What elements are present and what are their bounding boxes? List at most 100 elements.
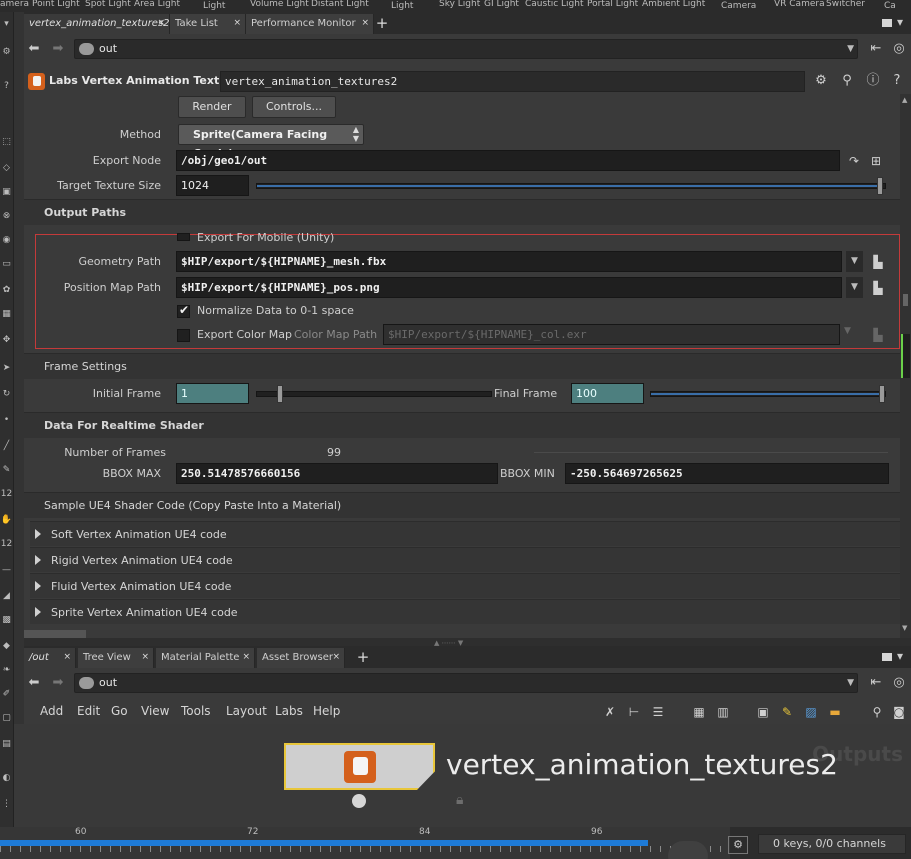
realtime-shader-section[interactable]: Data For Realtime Shader (24, 412, 900, 438)
pane-dropdown-icon[interactable]: ▾ (897, 649, 903, 663)
output-paths-section[interactable]: Output Paths (24, 199, 900, 225)
close-icon[interactable]: × (63, 648, 71, 667)
forward-arrow-icon[interactable]: ➡ (49, 674, 67, 692)
slider-handle[interactable] (879, 385, 885, 403)
target-texture-field[interactable]: 1024 (176, 175, 249, 196)
shelf-label[interactable]: GI Light (484, 0, 519, 9)
shelf-label[interactable]: Camera (721, 1, 756, 11)
pane-dropdown-icon[interactable]: ▾ (897, 15, 903, 29)
back-arrow-icon[interactable]: ⬅ (25, 674, 43, 692)
package-icon[interactable]: ▬ (827, 704, 843, 720)
forward-arrow-icon[interactable]: ➡ (49, 40, 67, 58)
chevron-down-icon[interactable]: ▼ (847, 40, 854, 58)
chevron-down-icon[interactable]: ▼ (844, 326, 851, 336)
shelf-label[interactable]: Volume Light (250, 0, 309, 9)
number2-tool-icon[interactable]: 12 (0, 538, 13, 551)
node-chooser-icon[interactable]: ⊞ (868, 153, 884, 169)
close-icon[interactable]: × (233, 14, 241, 33)
key-options-icon[interactable]: ⚙ (728, 836, 748, 854)
pane-menu-icon[interactable] (882, 653, 892, 661)
tab-asset-browser[interactable]: Asset Browser × (257, 648, 345, 668)
folder-fluid-vertex[interactable]: Fluid Vertex Animation UE4 code (30, 573, 900, 598)
shelf-label[interactable]: Light (391, 1, 413, 11)
bbox-min-field[interactable]: -250.564697265625 (565, 463, 889, 484)
lock-icon[interactable]: 🔒︎ (456, 792, 472, 810)
shelf-label[interactable]: Area Light (134, 0, 180, 9)
box-tool-icon[interactable]: ▢ (0, 712, 13, 725)
file-chooser-icon[interactable]: ▙ (870, 254, 886, 270)
initial-frame-slider[interactable] (256, 385, 492, 403)
leaf-tool-icon[interactable]: ❧ (0, 664, 13, 677)
arrow-down-icon[interactable]: ▾ (0, 18, 13, 31)
color-map-field[interactable]: $HIP/export/${HIPNAME}_col.exr (383, 324, 840, 345)
jump-to-node-icon[interactable]: ↷ (846, 153, 862, 169)
scroll-grip[interactable] (903, 294, 908, 306)
tab-vertex-animation-textures[interactable]: vertex_animation_textures2 × (24, 14, 170, 34)
folder-rigid-vertex[interactable]: Rigid Vertex Animation UE4 code (30, 547, 900, 572)
network-box-icon[interactable]: ▣ (755, 704, 771, 720)
vertical-scrollbar[interactable]: ▲ ▼ (900, 94, 911, 638)
search-icon[interactable]: ⚲ (838, 72, 856, 90)
shelf-label[interactable]: Sky Light (439, 0, 480, 9)
rotate-tool-icon[interactable]: ↻ (0, 388, 13, 401)
normalize-checkbox[interactable] (177, 303, 190, 318)
export-mobile-checkbox[interactable] (177, 233, 190, 241)
grid-alt-icon[interactable]: ▥ (715, 704, 731, 720)
close-icon[interactable]: × (332, 648, 340, 667)
slider-handle[interactable] (877, 177, 883, 195)
search-icon[interactable]: ⚲ (869, 704, 885, 720)
tab-performance-monitor[interactable]: Performance Monitor × (246, 14, 374, 34)
scroll-down-icon[interactable]: ▼ (902, 624, 907, 632)
scroll-thumb[interactable] (901, 334, 910, 378)
shelf-label[interactable]: Ca (884, 1, 896, 11)
menu-view[interactable]: View (141, 704, 169, 718)
pencil-tool-icon[interactable]: ✐ (0, 688, 13, 701)
vertex-animation-node[interactable] (284, 743, 435, 790)
menu-edit[interactable]: Edit (77, 704, 100, 718)
menu-tools[interactable]: Tools (181, 704, 211, 718)
chevron-down-icon[interactable]: ▼ (846, 277, 863, 298)
folder-sprite-vertex[interactable]: Sprite Vertex Animation UE4 code (30, 599, 900, 624)
shelf-label[interactable]: Ambient Light (642, 0, 705, 9)
horizontal-scrollbar[interactable] (24, 630, 86, 638)
sample-code-section[interactable]: Sample UE4 Shader Code (Copy Paste Into … (24, 492, 900, 518)
pane-menu-icon[interactable] (882, 19, 892, 27)
snap-tool-icon[interactable]: ✿ (0, 284, 13, 297)
export-node-field[interactable]: /obj/geo1/out (176, 150, 840, 171)
close-icon[interactable]: × (242, 648, 250, 667)
menu-help[interactable]: Help (313, 704, 340, 718)
chevron-down-icon[interactable]: ▼ (846, 251, 863, 272)
menu-layout[interactable]: Layout (226, 704, 267, 718)
gear-small-icon[interactable]: ⚙ (0, 46, 13, 59)
image-tool-icon[interactable]: ▤ (0, 738, 13, 751)
tab-out-network[interactable]: /out × (24, 648, 76, 668)
tab-take-list[interactable]: Take List × (170, 14, 246, 34)
select-tool-icon[interactable]: ⬚ (0, 136, 13, 149)
shelf-label[interactable]: Spot Light (85, 0, 131, 9)
diamond-tool-icon[interactable]: ◆ (0, 640, 13, 653)
initial-frame-field[interactable]: 1 (176, 383, 249, 404)
export-color-checkbox[interactable] (177, 329, 190, 342)
gear-icon[interactable]: ⚙ (812, 72, 830, 90)
link-icon[interactable]: ◎ (890, 40, 908, 58)
line-tool-icon[interactable]: ╱ (0, 440, 13, 453)
bulb-tool-icon[interactable]: ◐ (0, 772, 13, 785)
shelf-label[interactable]: Light (203, 1, 225, 11)
slider-handle[interactable] (277, 385, 283, 403)
menu-labs[interactable]: Labs (275, 704, 303, 718)
timeline-ruler[interactable]: 60 72 84 96 (0, 827, 730, 859)
dash-tool-icon[interactable]: — (0, 564, 13, 577)
grid-tool-icon[interactable]: ▦ (0, 308, 13, 321)
camera-tool-icon[interactable]: ▭ (0, 258, 13, 271)
tab-tree-view[interactable]: Tree View × (78, 648, 154, 668)
shelf-label[interactable]: Point Light (32, 0, 80, 9)
menu-add[interactable]: Add (40, 704, 63, 718)
geometry-path-field[interactable]: $HIP/export/${HIPNAME}_mesh.fbx (176, 251, 842, 272)
shelf-label[interactable]: Portal Light (587, 0, 638, 9)
arrow-tool-icon[interactable]: ➤ (0, 362, 13, 375)
tree-icon[interactable]: ⊢ (626, 704, 642, 720)
info-icon[interactable]: ⓘ (864, 72, 882, 90)
camera-icon[interactable]: ◙ (891, 704, 907, 720)
help-icon[interactable]: ? (888, 72, 906, 90)
scrub-handle[interactable] (668, 841, 708, 859)
